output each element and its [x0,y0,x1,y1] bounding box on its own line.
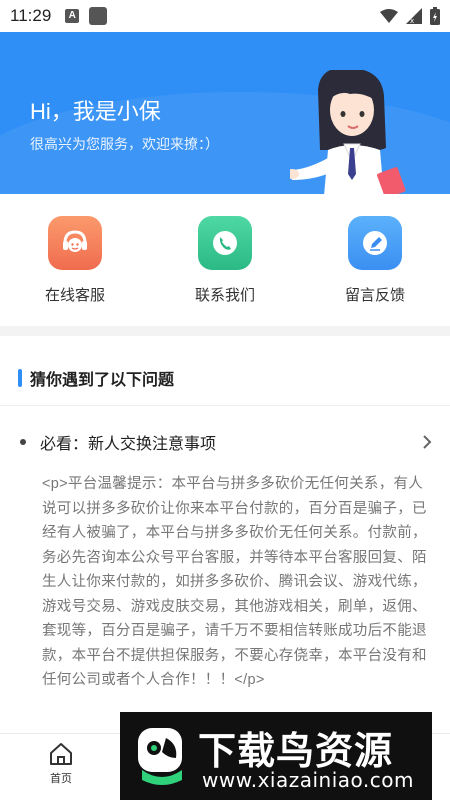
nav-home[interactable]: 首页 [36,742,86,786]
notification-square-icon [89,7,108,25]
section-divider [0,326,450,336]
faq-body: <p>平台温馨提示：本平台与拼多多砍价无任何关系，有人说可以拼多多砍价让你来本平… [42,476,427,688]
action-contact-us-label: 联系我们 [194,287,255,304]
bird-logo-icon [138,728,182,785]
status-icons: x [380,7,440,25]
watermark-url: www.xiazainiao.com [202,768,414,792]
hero-banner: Hi，我是小保 很高兴为您服务，欢迎来撩：） [0,32,450,194]
phone-icon[interactable] [198,216,252,270]
section-title: 猜你遇到了以下问题 [30,371,175,389]
home-icon[interactable] [48,742,74,766]
action-contact-us[interactable]: 联系我们 [150,194,300,324]
battery-icon [430,7,440,25]
assistant-illustration [290,70,406,194]
faq-item[interactable]: 必看：新人交换注意事项 [0,424,450,460]
notification-a-icon: A [65,9,80,23]
hero-subtitle: 很高兴为您服务，欢迎来撩：） [30,136,219,152]
nav-home-label: 首页 [50,773,72,785]
customer-service-icon[interactable] [48,216,102,270]
svg-text:x: x [410,17,414,24]
action-feedback-label: 留言反馈 [344,287,405,304]
edit-icon[interactable] [348,216,402,270]
section-header: 猜你遇到了以下问题 [0,350,450,406]
wifi-icon [380,9,398,23]
action-online-service[interactable]: 在线客服 [0,194,150,324]
faq-title: 必看：新人交换注意事项 [40,436,217,453]
signal-icon: x [406,8,422,24]
status-bar: 11:29 A x [0,0,450,32]
chevron-right-icon[interactable] [422,434,432,450]
action-feedback[interactable]: 留言反馈 [300,194,450,324]
watermark-banner: 下载鸟资源 www.xiazainiao.com [120,712,432,800]
bullet-dot-icon [20,439,26,445]
section-accent-bar [18,368,22,387]
hero-title: Hi，我是小保 [30,99,161,124]
quick-actions: 在线客服 联系我们 留言反馈 [0,194,450,324]
status-time: 11:29 [10,6,52,25]
action-online-service-label: 在线客服 [44,287,105,304]
watermark-title: 下载鸟资源 [198,729,394,773]
